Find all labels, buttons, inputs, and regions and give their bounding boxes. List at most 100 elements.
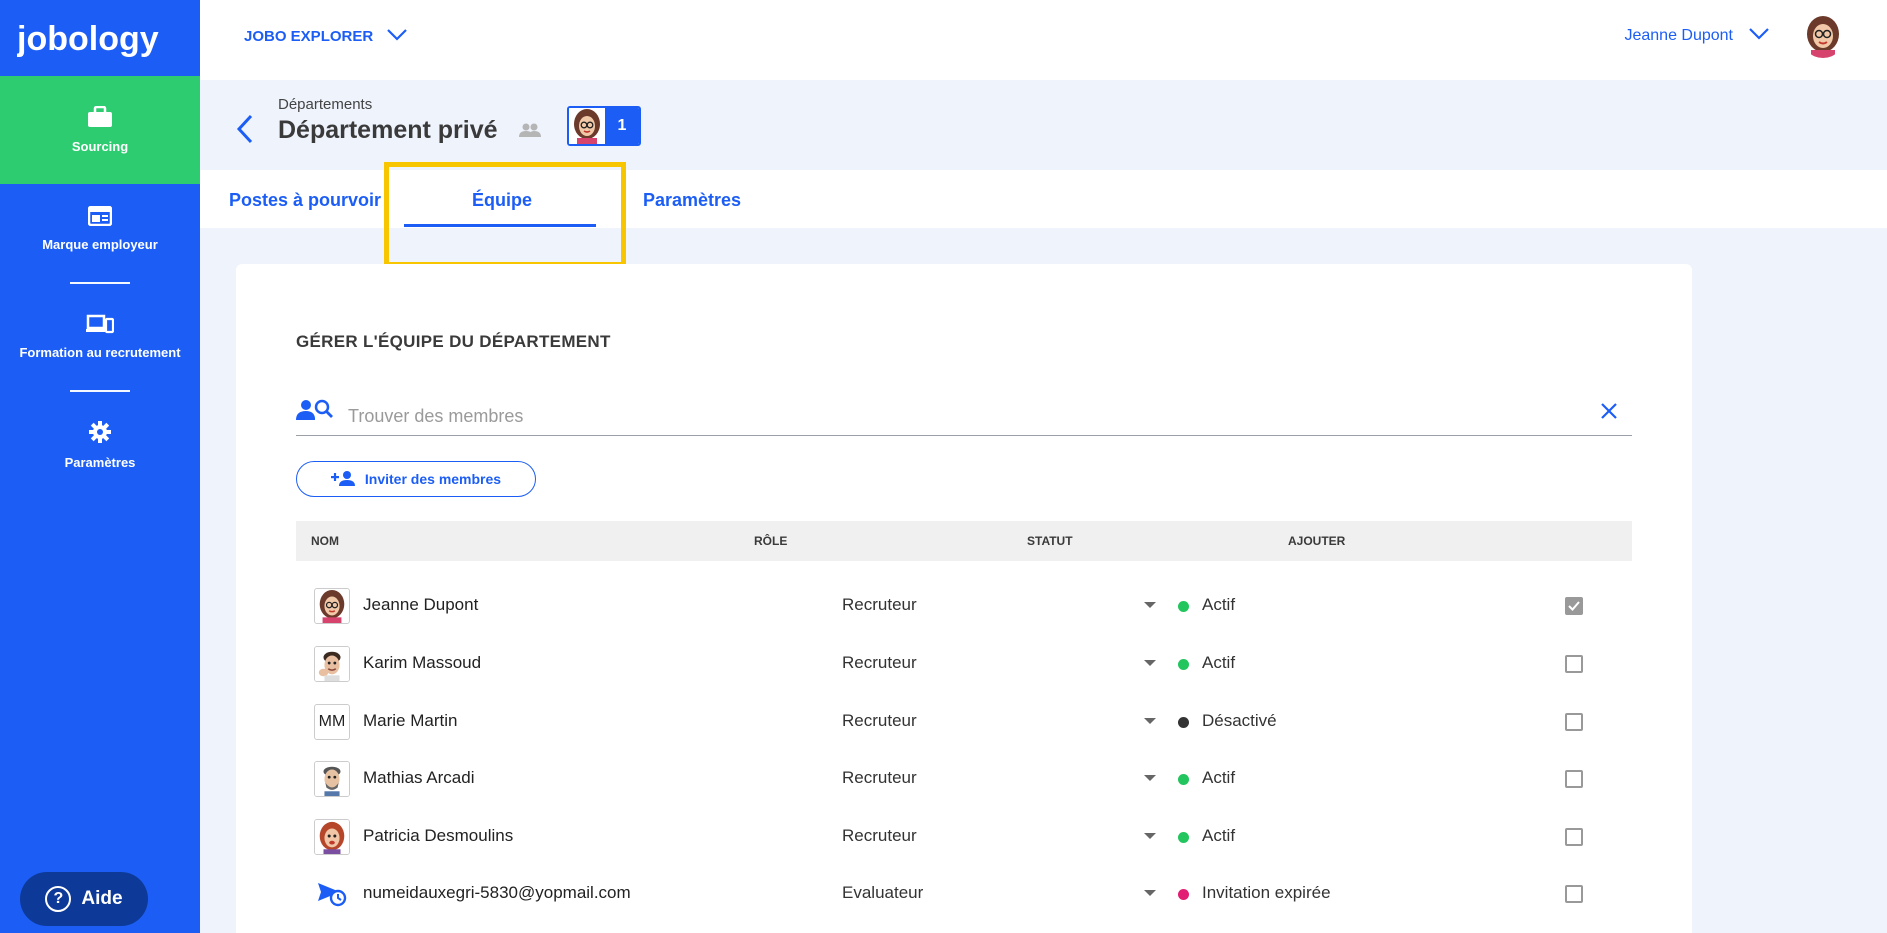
- add-checkbox[interactable]: [1565, 770, 1583, 788]
- add-checkbox[interactable]: [1565, 828, 1583, 846]
- member-avatar: [314, 646, 350, 682]
- close-icon[interactable]: [1600, 402, 1618, 425]
- help-label: Aide: [81, 888, 123, 909]
- member-count: 1: [605, 108, 639, 144]
- sidebar-divider: [70, 390, 130, 392]
- member-avatar: [314, 819, 350, 855]
- tab-bar: Postes à pourvoir Équipe Paramètres: [200, 170, 1887, 228]
- browser-window-icon: [87, 205, 113, 229]
- status-label: Invitation expirée: [1202, 883, 1331, 902]
- caret-down-icon[interactable]: [1144, 718, 1156, 724]
- role-select[interactable]: Recruteur: [842, 595, 917, 615]
- caret-down-icon[interactable]: [1144, 602, 1156, 608]
- table-row: Karim Massoud Recruteur Actif: [296, 634, 1632, 692]
- help-icon: ?: [45, 886, 72, 912]
- member-name: Mathias Arcadi: [363, 768, 475, 787]
- chevron-down-icon: [1749, 27, 1769, 45]
- sidebar: jobology Sourcing Marque employeur Forma…: [0, 0, 200, 933]
- jobology-logo[interactable]: jobology: [0, 0, 200, 76]
- invite-members-label: Inviter des membres: [364, 471, 502, 487]
- sidebar-item-label: Sourcing: [71, 139, 129, 154]
- sidebar-divider: [70, 282, 130, 284]
- chevron-down-icon: [387, 28, 407, 45]
- explorer-label: JOBO EXPLORER: [244, 28, 374, 45]
- sidebar-item-marque-employeur[interactable]: Marque employeur: [0, 184, 200, 274]
- member-name: Marie Martin: [363, 711, 458, 730]
- role-select[interactable]: Recruteur: [842, 711, 917, 731]
- invite-members-button[interactable]: Inviter des membres: [296, 461, 536, 497]
- sidebar-item-label: Marque employeur: [42, 237, 158, 252]
- caret-down-icon[interactable]: [1144, 775, 1156, 781]
- active-tab-indicator: [404, 224, 596, 227]
- status-dot: [1178, 889, 1189, 900]
- breadcrumb[interactable]: Départements: [278, 96, 372, 113]
- status-label: Actif: [1202, 653, 1236, 672]
- add-checkbox[interactable]: [1565, 655, 1583, 673]
- svg-text:jobology: jobology: [17, 20, 159, 58]
- table-row: Patricia Desmoulins Recruteur Actif: [296, 807, 1632, 865]
- member-avatar: [314, 761, 350, 797]
- member-name: Karim Massoud: [363, 653, 482, 672]
- briefcase-icon: [87, 105, 113, 131]
- caret-down-icon[interactable]: [1144, 833, 1156, 839]
- member-email: numeidauxegri-5830@yopmail.com: [363, 883, 631, 902]
- status-dot: [1178, 601, 1189, 612]
- jobo-explorer-menu[interactable]: JOBO EXPLORER: [244, 28, 407, 45]
- column-header-name[interactable]: NOM: [311, 534, 339, 548]
- sidebar-item-label: Formation au recrutement: [19, 345, 181, 360]
- table-row: Jeanne Dupont Recruteur Actif: [296, 576, 1632, 634]
- tab-postes-a-pourvoir[interactable]: Postes à pourvoir: [229, 190, 381, 211]
- table-row: Mathias Arcadi Recruteur Actif: [296, 749, 1632, 807]
- sidebar-item-parametres[interactable]: Paramètres: [0, 400, 200, 490]
- search-input[interactable]: [348, 402, 1548, 430]
- member-avatar: [569, 108, 605, 144]
- status-dot: [1178, 659, 1189, 670]
- column-header-add: AJOUTER: [1288, 534, 1346, 548]
- status-label: Actif: [1202, 595, 1236, 614]
- tab-parametres[interactable]: Paramètres: [643, 190, 741, 211]
- table-header: NOM RÔLE STATUT AJOUTER: [296, 521, 1632, 561]
- add-user-icon: [330, 470, 357, 489]
- member-avatar: [314, 588, 350, 624]
- sidebar-item-formation[interactable]: Formation au recrutement: [0, 292, 200, 382]
- back-arrow-icon[interactable]: [236, 114, 254, 149]
- role-select[interactable]: Recruteur: [842, 653, 917, 673]
- section-title: GÉRER L'ÉQUIPE DU DÉPARTEMENT: [296, 332, 611, 351]
- group-icon: [518, 122, 542, 143]
- member-avatar-initials: MM: [314, 704, 350, 740]
- devices-icon: [86, 314, 115, 337]
- add-checkbox[interactable]: [1565, 885, 1583, 903]
- role-select[interactable]: Recruteur: [842, 768, 917, 788]
- role-select[interactable]: Recruteur: [842, 826, 917, 846]
- table-row: numeidauxegri-5830@yopmail.com Evaluateu…: [296, 864, 1632, 922]
- sidebar-item-sourcing[interactable]: Sourcing: [0, 76, 200, 184]
- user-menu[interactable]: Jeanne Dupont: [1624, 27, 1769, 45]
- department-members-badge[interactable]: 1: [567, 106, 641, 146]
- member-name: Jeanne Dupont: [363, 595, 479, 614]
- user-search-icon: [296, 398, 334, 427]
- status-label: Actif: [1202, 826, 1236, 845]
- status-dot: [1178, 832, 1189, 843]
- member-search: [296, 396, 1632, 436]
- status-dot: [1178, 717, 1189, 728]
- send-clock-icon: [314, 876, 350, 912]
- role-select[interactable]: Evaluateur: [842, 883, 923, 903]
- member-name: Patricia Desmoulins: [363, 826, 514, 845]
- top-bar: JOBO EXPLORER Jeanne Dupont: [200, 0, 1887, 80]
- add-checkbox[interactable]: [1565, 597, 1583, 615]
- gear-icon: [88, 420, 112, 447]
- user-avatar[interactable]: [1801, 14, 1845, 58]
- tab-equipe[interactable]: Équipe: [472, 190, 532, 211]
- column-header-status[interactable]: STATUT: [1027, 534, 1073, 548]
- help-button[interactable]: ? Aide: [20, 872, 148, 926]
- add-checkbox[interactable]: [1565, 713, 1583, 731]
- status-dot: [1178, 774, 1189, 785]
- user-name: Jeanne Dupont: [1624, 27, 1733, 44]
- table-row: MM Marie Martin Recruteur Désactivé: [296, 692, 1632, 750]
- caret-down-icon[interactable]: [1144, 890, 1156, 896]
- status-label: Actif: [1202, 768, 1236, 787]
- team-card: GÉRER L'ÉQUIPE DU DÉPARTEMENT Inviter de…: [236, 264, 1692, 933]
- column-header-role[interactable]: RÔLE: [754, 534, 787, 548]
- caret-down-icon[interactable]: [1144, 660, 1156, 666]
- sidebar-item-label: Paramètres: [64, 455, 136, 470]
